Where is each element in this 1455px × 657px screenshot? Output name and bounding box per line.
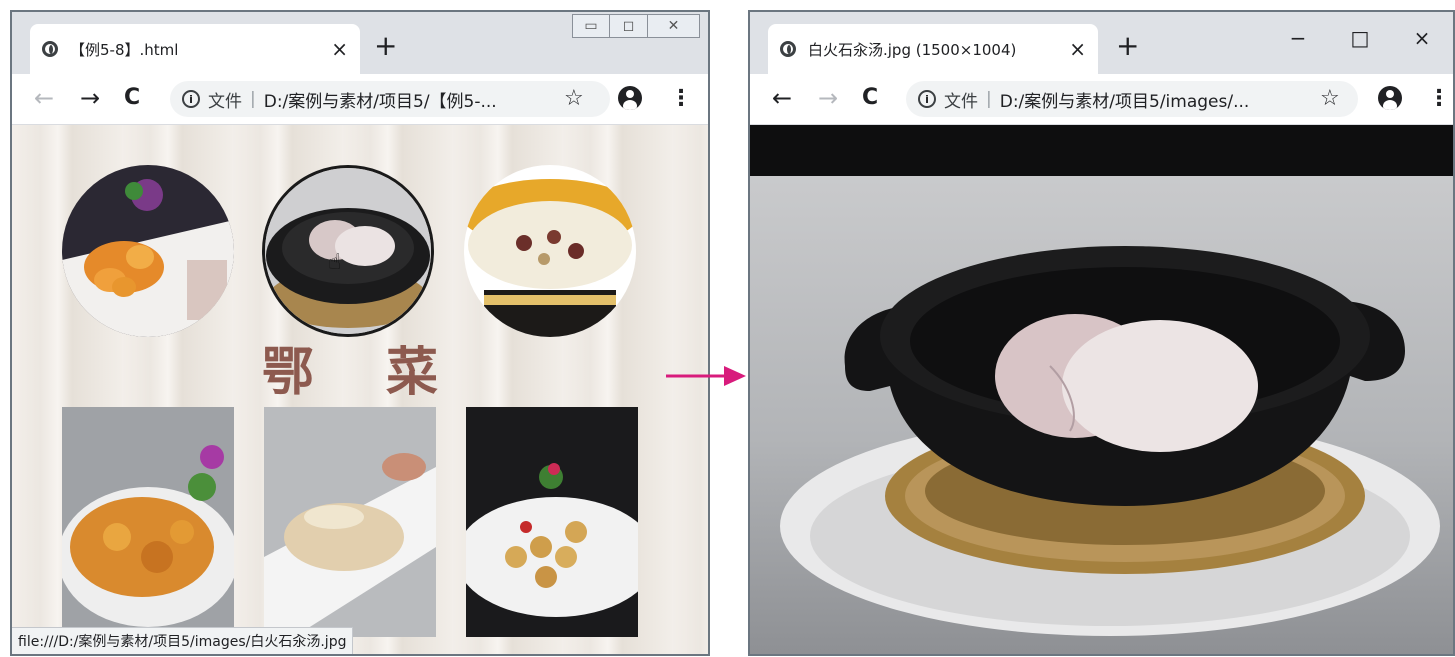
tab-active[interactable]: 【例5-8】.html × (30, 24, 360, 74)
account-icon[interactable] (618, 86, 642, 110)
close-tab-icon[interactable]: × (1069, 37, 1086, 61)
forward-button[interactable]: → (818, 84, 838, 112)
close-button[interactable]: ✕ (648, 14, 700, 38)
menu-icon[interactable]: ⋮ (1428, 86, 1450, 111)
heading-char-1: 鄂 (262, 342, 317, 403)
minimize-button[interactable]: ▭ (572, 14, 610, 38)
info-icon[interactable]: i (182, 90, 200, 108)
image-viewer (750, 125, 1453, 654)
bookmark-star-icon[interactable]: ☆ (1320, 86, 1340, 111)
tab-active[interactable]: 白火石汆汤.jpg (1500×1004) × (768, 24, 1098, 74)
reload-button[interactable]: C (862, 84, 878, 112)
maximize-button[interactable]: ◻ (610, 14, 648, 38)
page-heading: 鄂 菜 (262, 330, 440, 405)
close-tab-icon[interactable]: × (331, 37, 348, 61)
info-icon[interactable]: i (918, 90, 936, 108)
address-scheme-label: 文件 (208, 91, 242, 112)
address-separator: | (250, 89, 256, 109)
dish-image-3[interactable] (464, 165, 636, 337)
dish-photo (750, 176, 1453, 654)
forward-button[interactable]: → (80, 84, 100, 112)
window-controls: ▭ ◻ ✕ (572, 14, 700, 38)
globe-icon (780, 41, 796, 57)
address-url[interactable]: D:/案例与素材/项目5/【例5-... (264, 87, 497, 112)
window-controls: − □ × (1267, 18, 1453, 58)
toolbar: ← → C i 文件 | D:/案例与素材/项目5/images/... ☆ ⋮ (750, 74, 1453, 125)
address-bar[interactable]: i 文件 | D:/案例与素材/项目5/【例5-... (170, 81, 610, 117)
dish-image-4[interactable] (62, 407, 234, 637)
dish-image-5[interactable] (264, 407, 436, 637)
address-scheme-label: 文件 (944, 91, 978, 112)
new-tab-button[interactable]: + (374, 32, 397, 60)
back-button[interactable]: ← (34, 84, 54, 112)
page-content: 鄂 菜 ☝ file:///D:/案例与素材/项目5/images/白火石汆汤.… (12, 125, 708, 654)
dish-image-1[interactable] (62, 165, 234, 337)
browser-window-left: 【例5-8】.html × + ▭ ◻ ✕ ← → C i 文件 | D:/案例… (10, 10, 710, 656)
tab-strip: 白火石汆汤.jpg (1500×1004) × + − □ × (750, 12, 1453, 74)
hand-cursor-icon: ☝ (328, 250, 342, 275)
tab-title: 【例5-8】.html (70, 40, 179, 59)
heading-char-2: 菜 (386, 342, 441, 403)
close-button[interactable]: × (1391, 18, 1453, 58)
menu-icon[interactable]: ⋮ (670, 86, 692, 111)
bookmark-star-icon[interactable]: ☆ (564, 86, 584, 111)
address-separator: | (986, 89, 992, 109)
new-tab-button[interactable]: + (1116, 32, 1139, 60)
address-bar[interactable]: i 文件 | D:/案例与素材/项目5/images/... (906, 81, 1358, 117)
back-button[interactable]: ← (772, 84, 792, 112)
globe-icon (42, 41, 58, 57)
reload-button[interactable]: C (124, 84, 140, 112)
tab-strip: 【例5-8】.html × + ▭ ◻ ✕ (12, 12, 708, 74)
address-url[interactable]: D:/案例与素材/项目5/images/... (1000, 87, 1250, 112)
account-icon[interactable] (1378, 86, 1402, 110)
arrow-right-icon (666, 366, 746, 386)
browser-window-right: 白火石汆汤.jpg (1500×1004) × + − □ × ← → C i … (748, 10, 1455, 656)
maximize-button[interactable]: □ (1329, 18, 1391, 58)
minimize-button[interactable]: − (1267, 18, 1329, 58)
tab-title: 白火石汆汤.jpg (1500×1004) (808, 40, 1017, 59)
dish-image-6[interactable] (466, 407, 638, 637)
toolbar: ← → C i 文件 | D:/案例与素材/项目5/【例5-... ☆ ⋮ (12, 74, 708, 125)
dish-image-2[interactable] (262, 165, 434, 337)
status-bar: file:///D:/案例与素材/项目5/images/白火石汆汤.jpg (12, 627, 354, 654)
